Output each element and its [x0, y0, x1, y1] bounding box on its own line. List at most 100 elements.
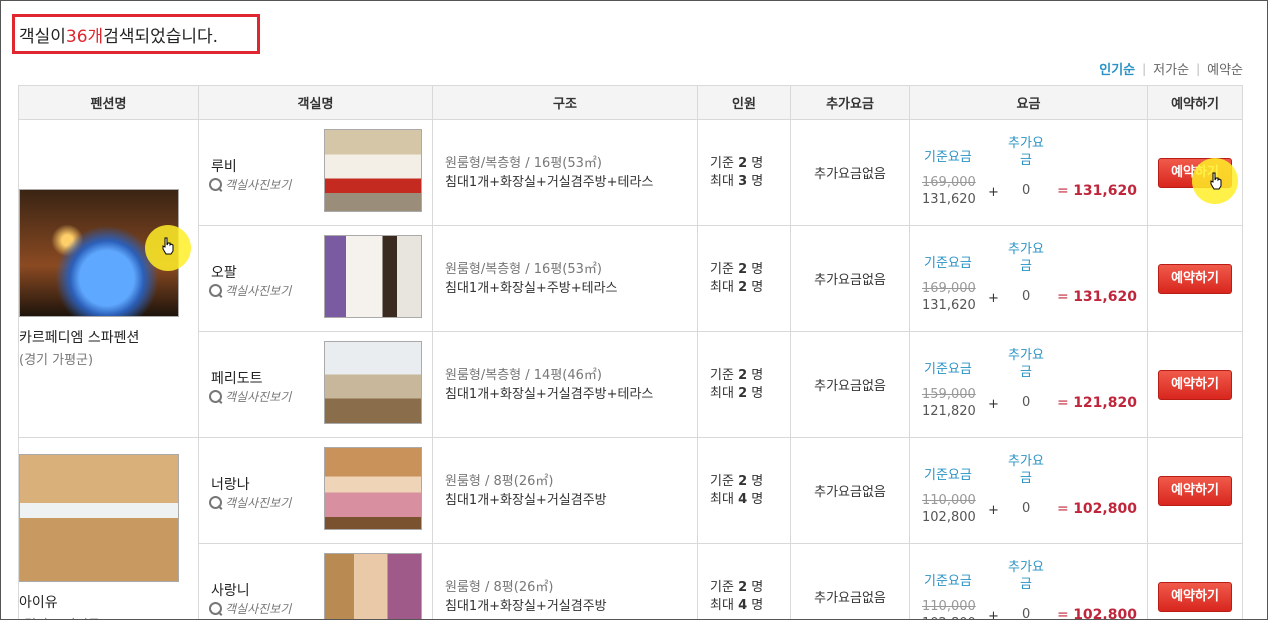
room-thumbnail[interactable]: [324, 129, 422, 212]
sort-separator: |: [1196, 61, 1201, 76]
room-structure: 원룸형/복층형 / 16평(53㎡): [445, 155, 602, 171]
room-cell: 페리도트 객실사진보기: [198, 331, 433, 438]
room-thumbnail[interactable]: [324, 553, 422, 619]
original-price: 110,000: [922, 599, 976, 614]
plus-sign: +: [988, 397, 999, 412]
extra-price-label: 추가요금: [1002, 347, 1050, 381]
room-facilities: 침대1개+화장실+거실겸주방+테라스: [445, 386, 654, 402]
extra-amount: 0: [1022, 607, 1031, 620]
discount-price: 102,800: [922, 510, 976, 525]
room-cell: 사랑니 객실사진보기: [198, 543, 433, 619]
col-header-booking: 예약하기: [1147, 85, 1243, 120]
structure-cell: 원룸형/복층형 / 16평(53㎡) 침대1개+화장실+주방+테라스: [432, 225, 698, 332]
discount-price: 102,800: [922, 616, 976, 619]
basic-price-label: 기준요금: [924, 256, 972, 271]
extra-price-label-line1: 추가요: [1008, 454, 1044, 469]
pension-name[interactable]: 카르페디엠 스파펜션: [19, 327, 198, 347]
pension-name[interactable]: 아이유: [19, 592, 198, 612]
people-unit: 명: [751, 279, 764, 295]
structure-cell: 원룸형 / 8평(26㎡) 침대1개+화장실+거실겸주방: [432, 437, 698, 544]
pension-cell: 카르페디엠 스파펜션 (경기 가평군): [18, 119, 199, 438]
people-base-count: 2: [738, 155, 748, 171]
room-photo-link[interactable]: 객실사진보기: [209, 388, 291, 405]
equals-sign: =: [1057, 183, 1069, 199]
people-base-count: 2: [738, 261, 748, 277]
people-base: 기준 2 명: [710, 579, 790, 597]
book-button[interactable]: 예약하기: [1158, 263, 1232, 294]
extra-price-label: 추가요 금: [1002, 241, 1050, 275]
extra-amount: 0: [1022, 501, 1031, 516]
extra-fee-cell: 추가요금없음: [790, 225, 910, 332]
book-button[interactable]: 예약하기: [1158, 369, 1232, 400]
book-button[interactable]: 예약하기: [1158, 475, 1232, 506]
basic-price-label: 기준요금: [924, 574, 972, 589]
sort-reservations[interactable]: 예약순: [1207, 59, 1243, 78]
table-row: 카르페디엠 스파펜션 (경기 가평군) 루비 객실사진보기 원룸형/복층형 / …: [18, 119, 1243, 438]
total-price: = 121,820: [1057, 395, 1137, 411]
total-price-value: 102,800: [1073, 607, 1137, 620]
people-base: 기준 2 명: [710, 367, 790, 385]
room-structure: 원룸형 / 8평(26㎡): [445, 473, 554, 489]
basic-price-label: 기준요금: [924, 468, 972, 483]
room-photo-link-label: 객실사진보기: [225, 496, 292, 510]
room-facilities: 침대1개+화장실+거실겸주방+테라스: [445, 174, 654, 190]
book-button[interactable]: 예약하기: [1158, 581, 1232, 612]
room-photo-link[interactable]: 객실사진보기: [209, 600, 291, 617]
people-max-label: 최대: [710, 173, 734, 189]
pension-cell: 아이유 (경기도 가평군): [18, 437, 199, 619]
extra-fee-cell: 추가요금없음: [790, 543, 910, 619]
plus-sign: +: [988, 291, 999, 306]
extra-fee: 추가요금없음: [814, 379, 886, 394]
extra-price-label-line2: 금: [1020, 365, 1032, 380]
room-thumbnail[interactable]: [324, 235, 422, 318]
people-max-label: 최대: [710, 597, 734, 613]
people-cell: 기준 2 명 최대 4 명: [697, 543, 791, 619]
col-header-room: 객실명: [198, 85, 433, 120]
people-base-count: 2: [738, 367, 748, 383]
sort-lowest-price[interactable]: 저가순: [1153, 59, 1189, 78]
room-photo-link[interactable]: 객실사진보기: [209, 494, 291, 511]
equals-sign: =: [1057, 607, 1069, 620]
plus-sign: +: [988, 609, 999, 620]
room-facilities: 침대1개+화장실+주방+테라스: [445, 280, 618, 296]
sort-popular[interactable]: 인기순: [1099, 59, 1135, 78]
total-price-value: 121,820: [1073, 395, 1137, 411]
room-name[interactable]: 사랑니: [211, 580, 250, 600]
people-max: 최대 4 명: [710, 597, 790, 615]
people-max: 최대 3 명: [710, 173, 790, 191]
extra-price-label-line1: 추가요: [1008, 348, 1044, 363]
extra-amount: 0: [1022, 395, 1031, 410]
room-photo-link-label: 객실사진보기: [225, 390, 292, 404]
people-max-label: 최대: [710, 385, 734, 401]
people-base-label: 기준: [710, 473, 734, 489]
col-header-price: 요금: [909, 85, 1148, 120]
room-photo-link-label: 객실사진보기: [225, 284, 292, 298]
people-unit: 명: [751, 261, 764, 277]
price-cell: 기준요금 추가요 금 159,000 121,820 + 0 = 121,820: [909, 331, 1148, 438]
room-thumbnail[interactable]: [324, 447, 422, 530]
booking-cell: 예약하기: [1147, 437, 1243, 544]
people-max: 최대 4 명: [710, 491, 790, 509]
col-header-people: 인원: [697, 85, 791, 120]
room-structure: 원룸형 / 8평(26㎡): [445, 579, 554, 595]
room-name[interactable]: 너랑나: [211, 474, 250, 494]
room-name[interactable]: 페리도트: [211, 368, 263, 388]
people-max: 최대 2 명: [710, 385, 790, 403]
table-row: 아이유 (경기도 가평군) 너랑나 객실사진보기 원룸형 / 8평(26㎡) 침…: [18, 437, 1243, 619]
room-photo-link[interactable]: 객실사진보기: [209, 282, 291, 299]
room-thumbnail[interactable]: [324, 341, 422, 424]
original-price: 169,000: [922, 281, 976, 296]
room-name[interactable]: 루비: [211, 156, 237, 176]
total-price-value: 131,620: [1073, 183, 1137, 199]
people-max-label: 최대: [710, 279, 734, 295]
people-unit: 명: [751, 579, 764, 595]
room-photo-link[interactable]: 객실사진보기: [209, 176, 291, 193]
people-max-count: 4: [738, 491, 748, 507]
people-base: 기준 2 명: [710, 261, 790, 279]
room-name[interactable]: 오팔: [211, 262, 237, 282]
people-unit: 명: [751, 491, 764, 507]
total-price: = 131,620: [1057, 289, 1137, 305]
room-cell: 너랑나 객실사진보기: [198, 437, 433, 544]
pension-photo[interactable]: [19, 454, 179, 582]
extra-price-label-line2: 금: [1020, 577, 1032, 592]
